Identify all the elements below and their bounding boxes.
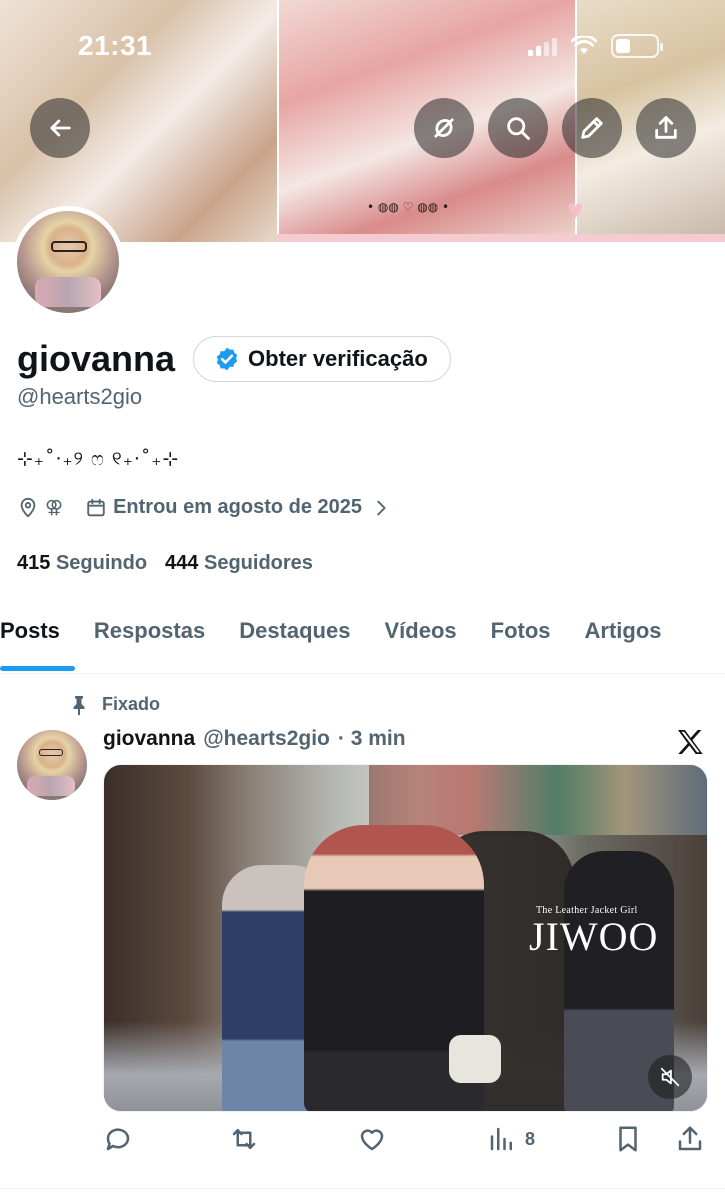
avatar-scarf bbox=[27, 776, 75, 796]
post-author-name[interactable]: giovanna bbox=[103, 727, 195, 751]
post-time[interactable]: · 3 min bbox=[338, 727, 406, 751]
bookmark-button[interactable] bbox=[613, 1124, 643, 1154]
video-bag bbox=[449, 1035, 501, 1083]
pinned-label-row: Fixado bbox=[70, 694, 160, 715]
banner-tattoo-text: • ◍◍ ♡ ◍◍ • bbox=[367, 200, 450, 214]
muted-speaker-icon bbox=[660, 1067, 680, 1087]
following-count: 415 bbox=[17, 552, 51, 574]
joined-date[interactable]: Entrou em agosto de 2025 bbox=[113, 496, 362, 519]
share-post-button[interactable] bbox=[675, 1124, 705, 1154]
signal-icon bbox=[528, 36, 557, 56]
search-button[interactable] bbox=[488, 98, 548, 158]
x-logo-icon[interactable] bbox=[673, 726, 707, 758]
profile-meta: ⚢ Entrou em agosto de 2025 bbox=[17, 496, 392, 519]
tab-highlights[interactable]: Destaques bbox=[222, 606, 367, 674]
repost-button[interactable] bbox=[229, 1124, 259, 1154]
status-time: 21:31 bbox=[78, 30, 153, 61]
post-divider bbox=[0, 1188, 725, 1189]
post-video[interactable]: The Leather Jacket Girl JIWOO bbox=[103, 764, 708, 1112]
wifi-icon bbox=[571, 36, 597, 54]
tab-photos[interactable]: Fotos bbox=[474, 606, 568, 674]
edit-profile-button[interactable] bbox=[562, 98, 622, 158]
avatar-scarf bbox=[35, 277, 101, 307]
following-link[interactable]: 415 Seguindo bbox=[17, 552, 147, 575]
pencil-icon bbox=[581, 117, 603, 139]
display-name: giovanna bbox=[17, 338, 176, 379]
post-author-handle[interactable]: @hearts2gio bbox=[203, 727, 330, 751]
views-chart-icon bbox=[490, 1127, 512, 1151]
avatar-glasses bbox=[51, 241, 87, 252]
banner-strip bbox=[277, 234, 725, 242]
post-author-avatar[interactable] bbox=[17, 730, 87, 800]
location-icon bbox=[20, 497, 36, 517]
verified-badge-icon bbox=[216, 347, 238, 371]
profile-bio: ⊹₊˚‧₊୨ ෆ ୧₊‧˚₊⊹ bbox=[17, 448, 180, 470]
mute-button[interactable] bbox=[648, 1055, 692, 1099]
search-icon bbox=[507, 117, 530, 140]
heart-icon bbox=[360, 1129, 384, 1151]
post-header: giovanna @hearts2gio · 3 min bbox=[103, 727, 406, 751]
tab-articles[interactable]: Artigos bbox=[568, 606, 679, 674]
get-verified-button[interactable]: Obter verificação bbox=[193, 336, 451, 382]
followers-count: 444 bbox=[165, 552, 199, 574]
tab-replies[interactable]: Respostas bbox=[77, 606, 222, 674]
location-text: ⚢ bbox=[45, 497, 64, 518]
battery-icon bbox=[611, 34, 663, 58]
heart-icon: ♥ bbox=[567, 194, 584, 225]
followers-link[interactable]: 444 Seguidores bbox=[165, 552, 313, 575]
back-arrow-icon bbox=[50, 119, 71, 137]
active-tab-indicator bbox=[0, 666, 75, 671]
views-button[interactable]: 8 bbox=[487, 1124, 535, 1154]
following-label: Seguindo bbox=[55, 552, 148, 574]
share-profile-button[interactable] bbox=[636, 98, 696, 158]
chevron-right-icon bbox=[377, 500, 386, 515]
reply-button[interactable] bbox=[103, 1124, 133, 1154]
video-watermark-title: JIWOO bbox=[529, 914, 659, 959]
profile-handle: @hearts2gio bbox=[17, 384, 143, 409]
share-icon bbox=[678, 1126, 702, 1151]
back-button[interactable] bbox=[30, 98, 90, 158]
reply-icon bbox=[106, 1128, 130, 1151]
tab-videos[interactable]: Vídeos bbox=[367, 606, 473, 674]
profile-tabs: Posts Respostas Destaques Vídeos Fotos A… bbox=[0, 606, 725, 674]
verify-label: Obter verificação bbox=[248, 346, 428, 371]
avatar-glasses bbox=[39, 749, 63, 756]
profile-avatar[interactable] bbox=[12, 206, 124, 318]
pin-icon bbox=[73, 695, 85, 715]
views-count: 8 bbox=[525, 1128, 536, 1149]
repost-icon bbox=[232, 1129, 256, 1149]
tab-posts[interactable]: Posts bbox=[0, 606, 77, 674]
bookmark-icon bbox=[619, 1126, 637, 1152]
post-actions: 8 bbox=[103, 1124, 708, 1160]
like-button[interactable] bbox=[357, 1124, 387, 1154]
followers-label: Seguidores bbox=[203, 552, 313, 574]
avatar-image bbox=[17, 211, 119, 313]
grok-button[interactable] bbox=[414, 98, 474, 158]
calendar-icon bbox=[87, 498, 105, 516]
pinned-text: Fixado bbox=[102, 694, 161, 714]
status-icons bbox=[528, 34, 663, 58]
follow-stats: 415 Seguindo 444 Seguidores bbox=[17, 552, 313, 575]
share-icon bbox=[655, 116, 677, 139]
name-row: giovanna Obter verificação bbox=[17, 336, 451, 382]
grok-icon bbox=[434, 118, 454, 138]
